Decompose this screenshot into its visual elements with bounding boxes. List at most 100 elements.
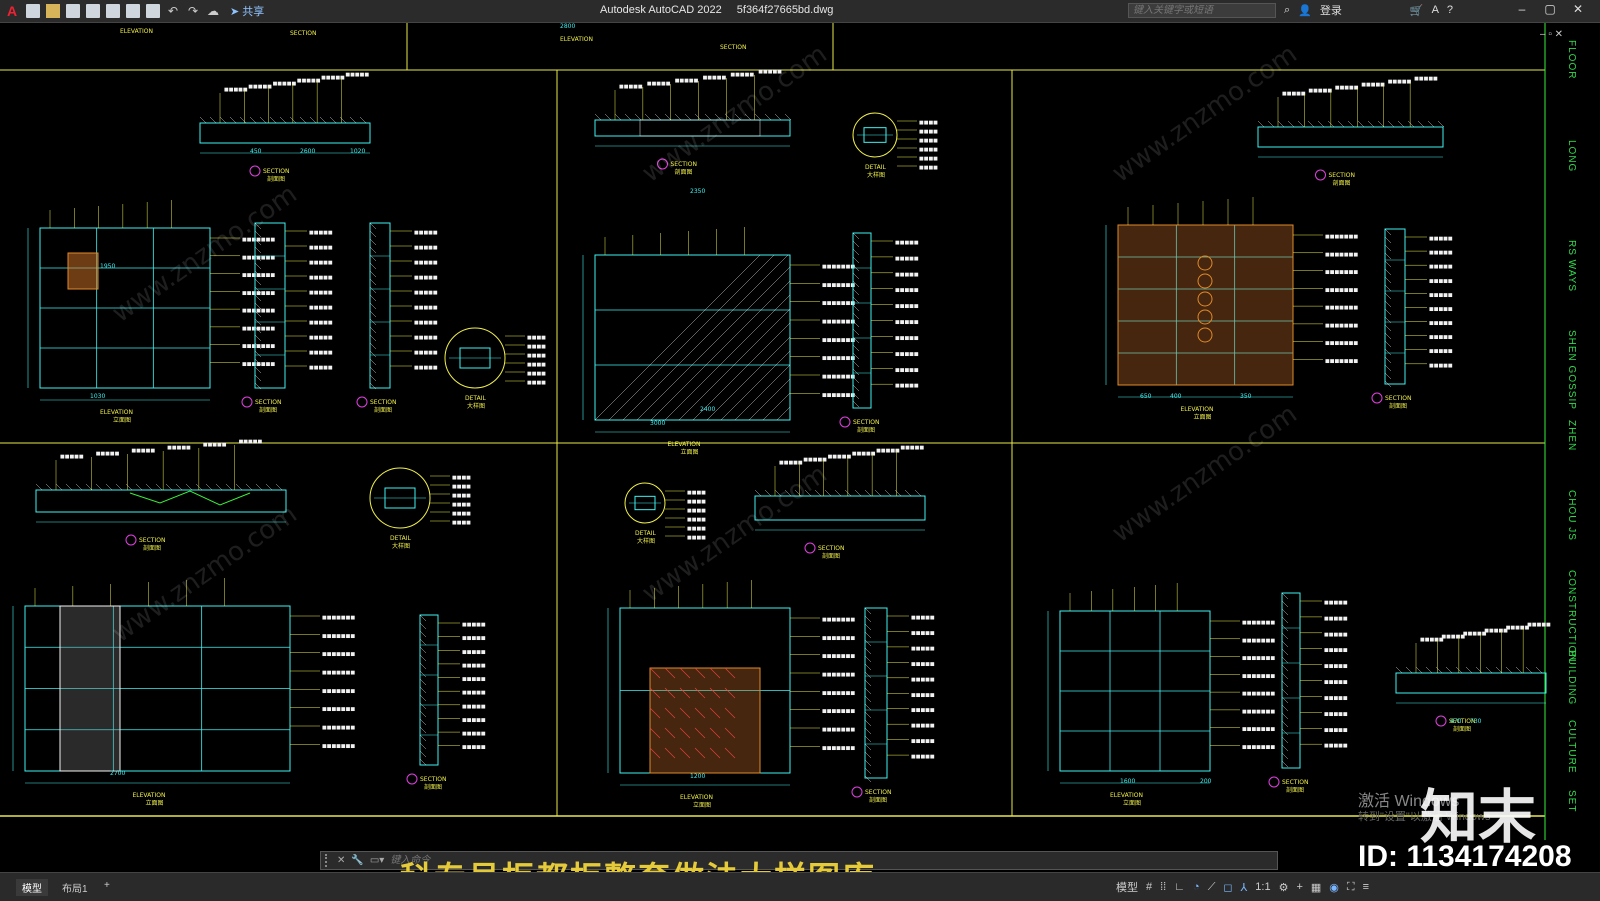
workspace-icon[interactable]: ▦: [1311, 881, 1321, 894]
viewport-controls[interactable]: – ▫ ✕: [1540, 29, 1563, 40]
close-icon[interactable]: ✕: [337, 855, 345, 866]
save-as-icon[interactable]: [86, 4, 100, 18]
cad-line: [254, 374, 262, 382]
dimension-label: 1020: [350, 148, 365, 155]
leader-note: ■■■■■■■: [322, 707, 355, 713]
cad-line: [720, 350, 791, 421]
cad-line: [419, 678, 427, 686]
undo-icon[interactable]: ↶: [166, 4, 180, 18]
cad-line: [135, 483, 143, 491]
new-file-icon[interactable]: [26, 4, 40, 18]
strip-label: CONSTRUCTION: [1566, 570, 1577, 663]
leader-note: ■■■■■: [1324, 648, 1348, 654]
help-icon[interactable]: ?: [1447, 4, 1453, 16]
cad-line: [852, 248, 860, 256]
snap-icon[interactable]: ⁞⁞: [1160, 881, 1166, 893]
redo-icon[interactable]: ↷: [186, 4, 200, 18]
dimension-label: 2800: [560, 23, 575, 30]
leader-note: ■■■■: [919, 138, 938, 144]
cad-line: [1307, 120, 1315, 128]
cad-line: [852, 232, 860, 240]
search-icon[interactable]: ⌕: [1284, 4, 1290, 17]
leader-note: ■■■■■: [414, 230, 438, 236]
minimize-icon[interactable]: –: [1512, 2, 1532, 16]
watermark-text: www.znzmo.com: [1107, 39, 1303, 189]
share-button[interactable]: ➤ 共享: [230, 3, 264, 19]
leader-note: ■■■■: [527, 335, 546, 341]
leader-note: ■■■■: [919, 165, 938, 171]
polar-icon[interactable]: ◔: [1193, 881, 1200, 893]
isolate-icon[interactable]: ◉: [1329, 881, 1339, 894]
file-name: 5f364f27665bd.dwg: [736, 4, 834, 16]
section-marker: [1315, 169, 1326, 181]
cad-line: [864, 743, 872, 751]
leader-note: ■■■■■: [1324, 743, 1348, 749]
command-prompt-icon[interactable]: ▭▾: [370, 855, 384, 866]
web-save-icon[interactable]: [126, 4, 140, 18]
user-icon[interactable]: 👤: [1298, 4, 1312, 17]
leader-note: ■■■■■: [309, 320, 333, 326]
leader-note: ■■■■■■■: [1325, 323, 1358, 329]
fullscreen-icon[interactable]: ⛶: [1347, 881, 1355, 894]
close-icon[interactable]: ✕: [1568, 2, 1588, 16]
customize-icon[interactable]: ≡: [1363, 881, 1369, 893]
cad-line: [329, 116, 337, 124]
cad-line: [235, 483, 243, 491]
leader-note: ■■■■■: [309, 275, 333, 281]
cad-line: [369, 326, 377, 334]
wrench-icon[interactable]: 🔧: [351, 855, 363, 866]
annotation-scale[interactable]: 1:1: [1255, 881, 1270, 893]
annotation-icon[interactable]: ⅄: [1241, 881, 1248, 894]
isodraft-icon[interactable]: ⟋: [1208, 881, 1216, 894]
leader-note: ■■■■■: [1324, 680, 1348, 686]
model-space-button[interactable]: 模型: [1116, 879, 1138, 895]
cad-line: [1281, 744, 1289, 752]
maximize-icon[interactable]: ▢: [1540, 2, 1560, 16]
command-input[interactable]: [388, 854, 1193, 867]
leader-note: ■■■■■■■: [822, 654, 855, 660]
view-title: DETAIL: [865, 164, 886, 171]
section-outline: [369, 222, 391, 389]
leader-note: ■■■■: [527, 362, 546, 368]
autocad-logo[interactable]: A: [4, 3, 20, 19]
cad-line: [852, 360, 860, 368]
view-title: SECTION: [420, 776, 446, 783]
drag-handle[interactable]: [325, 854, 333, 867]
view-subtitle: 剖面图: [857, 426, 875, 434]
cabinet-outline: [594, 254, 791, 421]
plus-icon[interactable]: +: [1296, 881, 1302, 893]
strip-label: CULTURE: [1566, 720, 1577, 774]
cad-line: [1281, 608, 1289, 616]
strip-label: RS WAYS: [1566, 240, 1577, 293]
leader-note: ■■■■■■■: [822, 301, 855, 307]
exchange-icon[interactable]: A: [1432, 4, 1439, 16]
grid-icon[interactable]: #: [1146, 881, 1152, 893]
cad-line: [115, 483, 123, 491]
save-icon[interactable]: [66, 4, 80, 18]
object-snap-icon[interactable]: ◻: [1223, 881, 1232, 894]
cad-line: [614, 113, 622, 121]
open-file-icon[interactable]: [46, 4, 60, 18]
cad-line: [864, 615, 872, 623]
share-drawing-icon[interactable]: ☁: [206, 4, 220, 18]
cad-line: [864, 623, 872, 631]
settings-icon[interactable]: ⚙: [1279, 881, 1289, 894]
login-label[interactable]: 登录: [1320, 2, 1342, 18]
section-marker: [125, 534, 137, 546]
ortho-icon[interactable]: ∟: [1174, 881, 1185, 893]
cart-icon[interactable]: 🛒: [1410, 4, 1424, 17]
drawing-canvas[interactable]: ELEVATION SECTION ELEVATION SECTION ■■■■■ ■■■…: [0, 23, 1600, 840]
leader-note: ■■■■: [452, 475, 471, 481]
app-name: Autodesk AutoCAD 2022: [600, 4, 722, 16]
tab-add[interactable]: +: [98, 879, 116, 892]
tab-model[interactable]: 模型: [16, 879, 48, 896]
view-title: SECTION: [263, 168, 289, 175]
web-open-icon[interactable]: [106, 4, 120, 18]
tab-layout1[interactable]: 布局1: [56, 879, 94, 896]
print-icon[interactable]: [146, 4, 160, 18]
cad-line: [852, 328, 860, 336]
view-title: SECTION: [865, 789, 891, 796]
leader-note: ■■■■■■■: [822, 727, 855, 733]
search-input[interactable]: [1128, 3, 1276, 18]
cad-line: [255, 483, 263, 491]
